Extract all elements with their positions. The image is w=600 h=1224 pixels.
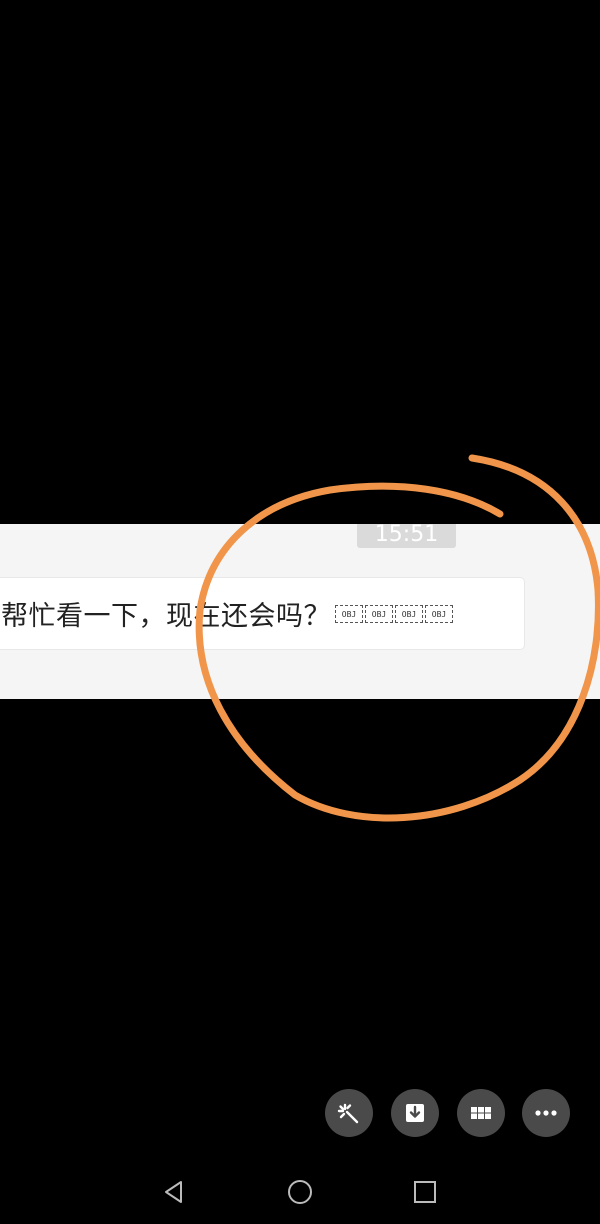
timestamp-text: 15:51 [374,524,439,547]
back-button[interactable] [156,1174,192,1210]
grid-icon [471,1107,491,1119]
message-bubble: 帮忙看一下，现在还会吗？ OBJ OBJ OBJ OBJ [0,577,525,650]
recents-square-icon [414,1181,436,1203]
object-placeholder-glyphs: OBJ OBJ OBJ OBJ [335,604,453,623]
object-placeholder-glyph: OBJ [335,604,363,623]
chat-screenshot: 15:51 帮忙看一下，现在还会吗？ OBJ OBJ OBJ OBJ [0,524,600,699]
magic-wand-icon [337,1103,359,1124]
more-button[interactable] [522,1089,570,1137]
download-icon [406,1104,424,1122]
object-placeholder-glyph: OBJ [425,604,453,623]
download-button[interactable] [391,1089,439,1137]
image-viewer: 15:51 帮忙看一下，现在还会吗？ OBJ OBJ OBJ OBJ [0,0,600,1224]
home-circle-icon [288,1180,312,1204]
object-placeholder-glyph: OBJ [365,604,393,623]
recents-button[interactable] [407,1174,443,1210]
back-triangle-icon [165,1181,182,1203]
grid-button[interactable] [457,1089,505,1137]
more-icon [535,1110,557,1116]
magic-wand-button[interactable] [325,1089,373,1137]
message-text: 帮忙看一下，现在还会吗？ [1,601,331,632]
home-button[interactable] [282,1174,318,1210]
navigation-bar [0,1160,600,1224]
timestamp-badge: 15:51 [357,524,456,548]
object-placeholder-glyph: OBJ [395,604,423,623]
